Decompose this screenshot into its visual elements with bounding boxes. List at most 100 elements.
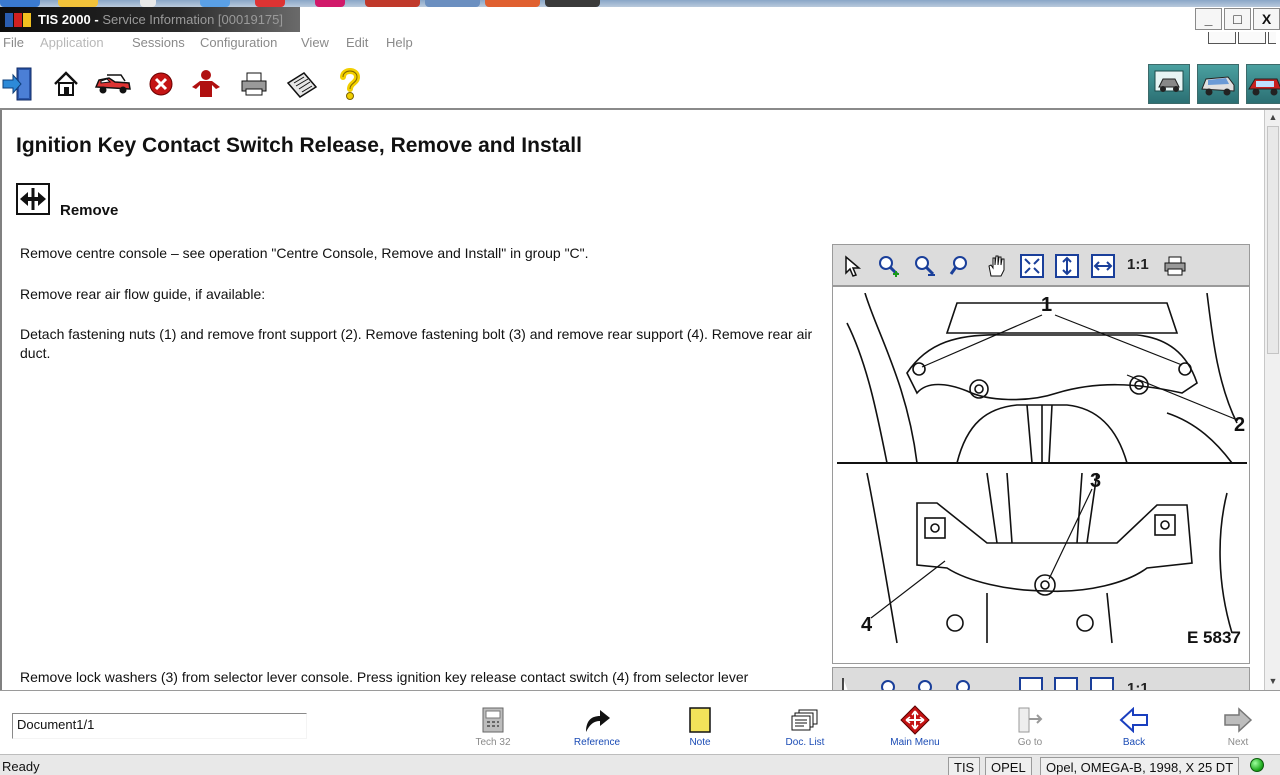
callout-3: 3 (1090, 470, 1101, 492)
doc-close-button[interactable] (1268, 32, 1276, 44)
second-image-viewer: 1:1 (832, 667, 1250, 690)
scroll-down-arrow[interactable]: ▼ (1268, 676, 1278, 686)
back-arrow-icon (1119, 705, 1149, 735)
callout-2: 2 (1234, 414, 1245, 436)
main-toolbar (0, 54, 1280, 110)
tech32-icon (478, 705, 508, 735)
status-brand-cell: OPEL (985, 757, 1032, 775)
main-menu-icon (900, 705, 930, 735)
document-pane: Ignition Key Contact Switch Release, Rem… (0, 110, 1264, 690)
taskbar-strip (0, 0, 1280, 7)
viewer-toolbar: 1:1 (833, 245, 1249, 287)
print-icon[interactable] (1163, 254, 1187, 278)
scroll-thumb[interactable] (1267, 126, 1279, 354)
pointer-icon[interactable] (841, 254, 865, 278)
notes-icon[interactable] (284, 66, 320, 102)
pan-hand-icon[interactable] (985, 254, 1009, 278)
next-label: Next (1227, 737, 1249, 748)
menu-configuration[interactable]: Configuration (200, 35, 277, 50)
exit-icon[interactable] (0, 66, 36, 102)
instruction-paragraph: Remove rear air flow guide, if available… (20, 286, 266, 302)
menu-bar: File Application Sessions Configuration … (0, 32, 1280, 54)
scroll-up-arrow[interactable]: ▲ (1268, 112, 1278, 122)
callout-4: 4 (861, 614, 873, 636)
status-vehicle-cell: Opel, OMEGA-B, 1998, X 25 DT (1040, 757, 1240, 775)
go-to-button[interactable]: Go to (985, 705, 1075, 755)
remove-install-icon (16, 183, 50, 215)
navigation-bar: Document1/1 Tech 32 Reference Note Doc. … (0, 690, 1280, 754)
maximize-button[interactable]: □ (1224, 8, 1251, 30)
doc-restore-button[interactable] (1238, 32, 1266, 44)
main-menu-label: Main Menu (890, 737, 940, 748)
instruction-paragraph: Remove lock washers (3) from selector le… (20, 669, 749, 685)
status-bar: Ready TIS OPEL Opel, OMEGA-B, 1998, X 25… (0, 754, 1280, 775)
reference-label: Reference (573, 737, 621, 748)
doc-minimize-button[interactable] (1208, 32, 1236, 44)
viewer-toolbar-partial: 1:1 (842, 677, 1149, 690)
menu-application[interactable]: Application (40, 35, 104, 50)
window-controls: _ □ X (1193, 8, 1280, 32)
status-app-cell: TIS (948, 757, 981, 775)
next-arrow-icon (1223, 705, 1253, 735)
minimize-button[interactable]: _ (1195, 8, 1222, 30)
actual-size-button[interactable]: 1:1 (1127, 256, 1149, 273)
image-viewer: 1:1 1 2 3 4 E 5837 (832, 244, 1250, 664)
reference-arrow-icon (582, 705, 612, 735)
menu-help[interactable]: Help (386, 35, 413, 50)
close-button[interactable]: X (1253, 8, 1280, 30)
vertical-scrollbar[interactable]: ▲ ▼ (1264, 110, 1280, 690)
vehicle-selection-icon[interactable] (93, 66, 133, 102)
person-icon[interactable] (188, 66, 224, 102)
menu-sessions[interactable]: Sessions (132, 35, 185, 50)
tech32-label: Tech 32 (475, 737, 511, 748)
document-window-controls (1206, 32, 1276, 54)
document-indicator: Document1/1 (12, 713, 307, 739)
section-heading: Remove (60, 202, 119, 219)
doc-list-icon (790, 705, 820, 735)
vehicle-info-icon[interactable] (1197, 64, 1239, 104)
page-title: Ignition Key Contact Switch Release, Rem… (16, 134, 582, 157)
application-switch-icon[interactable] (1148, 64, 1190, 104)
reference-button[interactable]: Reference (552, 705, 642, 755)
fit-width-icon[interactable] (1091, 254, 1115, 278)
svg-text:1:1: 1:1 (1127, 680, 1149, 690)
cancel-icon[interactable] (143, 66, 179, 102)
home-icon[interactable] (48, 66, 84, 102)
note-button[interactable]: Note (655, 705, 745, 755)
next-button[interactable]: Next (1193, 705, 1280, 755)
note-label: Note (689, 737, 711, 748)
window-title: TIS 2000 - Service Information [00019175… (38, 12, 283, 27)
tis-app-icon (5, 13, 31, 27)
menu-file[interactable]: File (3, 35, 24, 50)
go-to-label: Go to (1017, 737, 1043, 748)
fit-height-icon[interactable] (1055, 254, 1079, 278)
zoom-in-icon[interactable] (877, 254, 901, 278)
tech32-button[interactable]: Tech 32 (448, 705, 538, 755)
main-menu-button[interactable]: Main Menu (870, 705, 960, 755)
title-bar: TIS 2000 - Service Information [00019175… (0, 0, 1280, 32)
doc-list-button[interactable]: Doc. List (760, 705, 850, 755)
help-icon[interactable] (332, 66, 368, 102)
doc-list-label: Doc. List (785, 737, 825, 748)
print-icon[interactable] (236, 66, 272, 102)
instruction-paragraph: Detach fastening nuts (1) and remove fro… (20, 326, 813, 361)
zoom-out-icon[interactable] (913, 254, 937, 278)
zoom-icon[interactable] (949, 254, 973, 278)
note-icon (685, 705, 715, 735)
car-view-icon[interactable] (1246, 64, 1280, 104)
app-name: TIS 2000 - (38, 12, 99, 27)
instruction-paragraph: Remove centre console – see operation "C… (20, 245, 589, 261)
back-label: Back (1122, 737, 1146, 748)
technical-illustration: 1 2 3 4 E 5837 (837, 293, 1247, 659)
go-to-icon (1015, 705, 1045, 735)
tis-window: TIS 2000 - Service Information [00019175… (0, 0, 1280, 775)
callout-1: 1 (1041, 294, 1052, 316)
window-subtitle: Service Information [00019175] (102, 12, 283, 27)
figure-code: E 5837 (1187, 628, 1241, 647)
connection-status-icon (1250, 758, 1264, 772)
status-text: Ready (2, 759, 40, 774)
menu-edit[interactable]: Edit (346, 35, 368, 50)
back-button[interactable]: Back (1089, 705, 1179, 755)
menu-view[interactable]: View (301, 35, 329, 50)
fit-window-icon[interactable] (1020, 254, 1044, 278)
